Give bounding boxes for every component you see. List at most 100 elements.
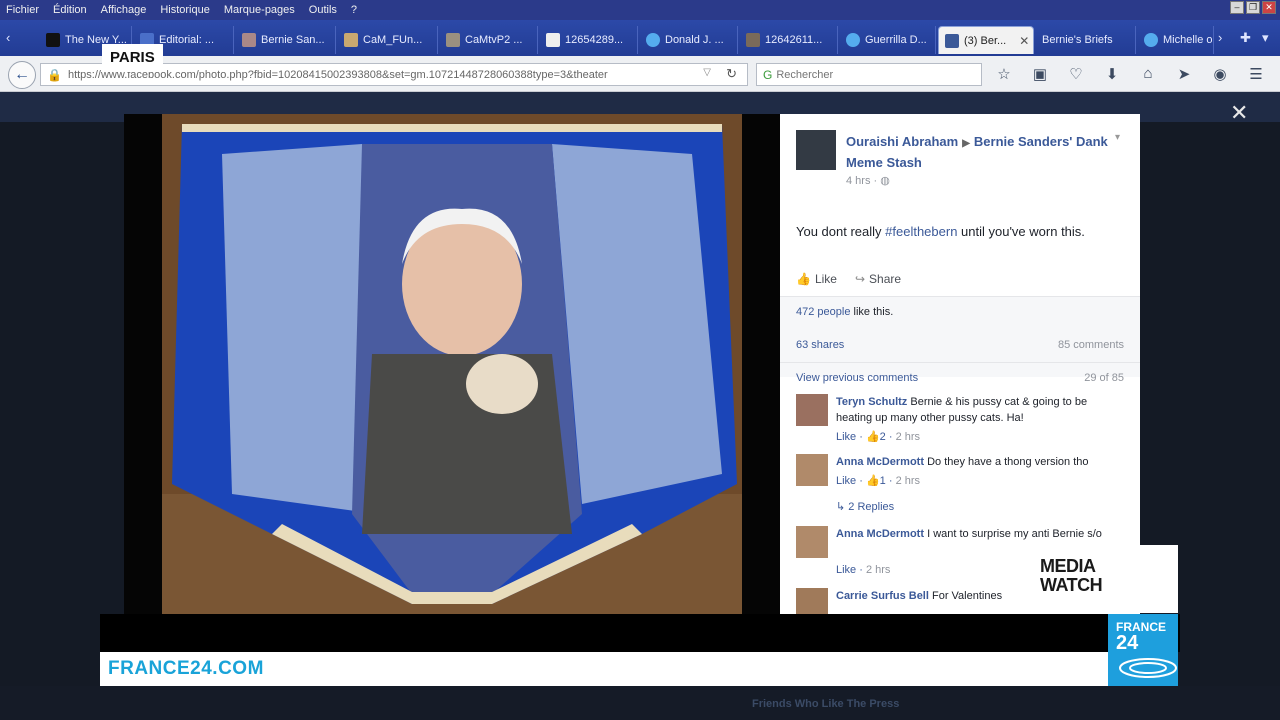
comment-meta: Like · 2 hrs (836, 564, 891, 576)
commenter-avatar[interactable] (796, 454, 828, 486)
menu-hamburger-icon[interactable]: ☰ (1246, 65, 1266, 83)
comment-item: Teryn Schultz Bernie & his pussy cat & g… (796, 394, 1126, 444)
tab-cam-fun[interactable]: CaM_FUn... (338, 26, 438, 54)
comment-like-link[interactable]: Like (836, 564, 856, 576)
reply-arrow-icon: ↳ (836, 501, 846, 513)
hashtag-link[interactable]: #feelthebern (885, 224, 957, 239)
tab-camtvp2[interactable]: CaMtvP2 ... (440, 26, 538, 54)
url-dropdown-icon[interactable]: ▽ (703, 67, 711, 78)
search-bar[interactable]: G (756, 63, 982, 86)
share-label: Share (869, 272, 902, 286)
menu-history[interactable]: Historique (160, 4, 210, 16)
tab-facebook-active[interactable]: (3) Ber... ✕ (938, 26, 1034, 54)
pocket-icon[interactable]: ♡ (1066, 65, 1086, 83)
search-input[interactable] (776, 68, 967, 81)
twitter-icon (1144, 33, 1158, 47)
close-window-button[interactable]: ✕ (1262, 1, 1276, 14)
tab-scroll-right-icon[interactable]: › (1218, 30, 1222, 45)
tab-michelle[interactable]: Michelle o (1138, 26, 1214, 54)
comment-body: Teryn Schultz Bernie & his pussy cat & g… (836, 394, 1126, 426)
channel-website: FRANCE24.COM (108, 658, 264, 679)
restore-button[interactable]: ❐ (1246, 1, 1260, 14)
bookmark-star-icon[interactable]: ☆ (994, 65, 1014, 83)
show-title-line: WATCH (1040, 575, 1103, 595)
post-text-part: until you've worn this. (957, 224, 1085, 239)
commenter-name-link[interactable]: Anna McDermott (836, 528, 924, 540)
reload-icon[interactable]: ↻ (726, 66, 737, 82)
channel-logo: FRANCE 24 (1108, 614, 1178, 686)
like-button[interactable]: 👍 Like (796, 272, 837, 286)
share-button[interactable]: ↪ Share (855, 272, 901, 286)
comment-like-link[interactable]: Like (836, 431, 856, 443)
minimize-button[interactable]: – (1230, 1, 1244, 14)
tab-scroll-left-icon[interactable]: ‹ (6, 30, 10, 45)
tab-bernies-briefs[interactable]: Bernie's Briefs (1036, 26, 1136, 54)
comment-time: 2 hrs (895, 431, 921, 443)
show-title-line: MEDIA (1040, 556, 1096, 576)
tab-strip: ‹ The New Y... Editorial: ... Bernie San… (0, 20, 1280, 56)
facebook-icon (945, 33, 959, 48)
lock-icon: 🔒 (47, 67, 62, 82)
send-icon[interactable]: ➤ (1174, 65, 1194, 83)
commenter-avatar[interactable] (796, 526, 828, 558)
menu-bookmarks[interactable]: Marque-pages (224, 4, 295, 16)
commenter-name-link[interactable]: Carrie Surfus Bell (836, 590, 929, 602)
image-icon (344, 33, 358, 47)
image-icon (446, 33, 460, 47)
twitter-icon (846, 33, 860, 47)
toolbar-icons: ☆ ▣ ♡ ⬇ ⌂ ➤ ◉ ☰ (994, 65, 1266, 83)
comment-time: 2 hrs (865, 564, 891, 576)
home-icon[interactable]: ⌂ (1138, 65, 1158, 83)
commenter-name-link[interactable]: Anna McDermott (836, 456, 924, 468)
location-caption: PARIS (102, 44, 163, 72)
reading-list-icon[interactable]: ▣ (1030, 65, 1050, 83)
chat-icon[interactable]: ◉ (1210, 65, 1230, 83)
close-tab-icon[interactable]: ✕ (1019, 34, 1029, 48)
bottom-strip: Friends Who Like The Press (0, 686, 1280, 720)
comment-text: I want to surprise my anti Bernie s/o (927, 528, 1102, 540)
menu-tools[interactable]: Outils (309, 4, 337, 16)
tab-guerrilla[interactable]: Guerrilla D... (840, 26, 936, 54)
post-text-part: You dont really (796, 224, 886, 239)
likes-count-link[interactable]: 472 people (796, 306, 850, 318)
bottom-strip-text: Friends Who Like The Press (752, 698, 900, 710)
close-theater-icon[interactable]: ✕ (1230, 100, 1248, 126)
comments-count[interactable]: 85 comments (1058, 339, 1124, 351)
post-timestamp: 4 hrs · ◍ (846, 175, 890, 187)
comment-meta: Like · 👍1 · 2 hrs (836, 475, 921, 487)
menu-edit[interactable]: Édition (53, 4, 87, 16)
commenter-name-link[interactable]: Teryn Schultz (836, 396, 907, 408)
replies-link[interactable]: ↳ 2 Replies (836, 500, 894, 513)
comment-like-count: 1 (879, 475, 886, 487)
tab-list-icon[interactable]: ▾ (1262, 30, 1269, 46)
post-options-chevron-icon[interactable]: ▾ (1115, 132, 1120, 143)
comment-like-count: 2 (879, 431, 886, 443)
tab-12642611[interactable]: 12642611... (740, 26, 838, 54)
comment-time: 2 hrs (895, 475, 921, 487)
tab-12654289[interactable]: 12654289... (540, 26, 638, 54)
author-name-link[interactable]: Ouraishi Abraham (846, 134, 958, 149)
view-previous-comments-link[interactable]: View previous comments (796, 372, 918, 384)
tab-donald-j[interactable]: Donald J. ... (640, 26, 738, 54)
nyt-icon (46, 33, 60, 47)
post-photo[interactable] (162, 114, 742, 614)
back-button[interactable]: ← (8, 61, 36, 89)
commenter-avatar[interactable] (796, 394, 828, 426)
comment-meta: Like · 👍2 · 2 hrs (836, 431, 921, 443)
menu-file[interactable]: Fichier (6, 4, 39, 16)
shares-link[interactable]: 63 shares (796, 339, 844, 351)
comment-text: Do they have a thong version tho (927, 456, 1089, 468)
photo-illustration (162, 114, 742, 614)
new-tab-icon[interactable]: ✚ (1240, 30, 1251, 46)
menu-view[interactable]: Affichage (101, 4, 147, 16)
tab-label: 12642611... (765, 34, 823, 46)
globe-icon: ◍ (880, 175, 890, 187)
tab-label: CaM_FUn... (363, 34, 423, 46)
author-avatar[interactable] (796, 130, 836, 170)
tab-bernie-sanders[interactable]: Bernie San... (236, 26, 336, 54)
menu-help[interactable]: ? (351, 4, 357, 16)
likes-suffix: like this. (850, 306, 894, 318)
download-icon[interactable]: ⬇ (1102, 65, 1122, 83)
comment-like-link[interactable]: Like (836, 475, 856, 487)
screen: Fichier Édition Affichage Historique Mar… (0, 0, 1280, 720)
